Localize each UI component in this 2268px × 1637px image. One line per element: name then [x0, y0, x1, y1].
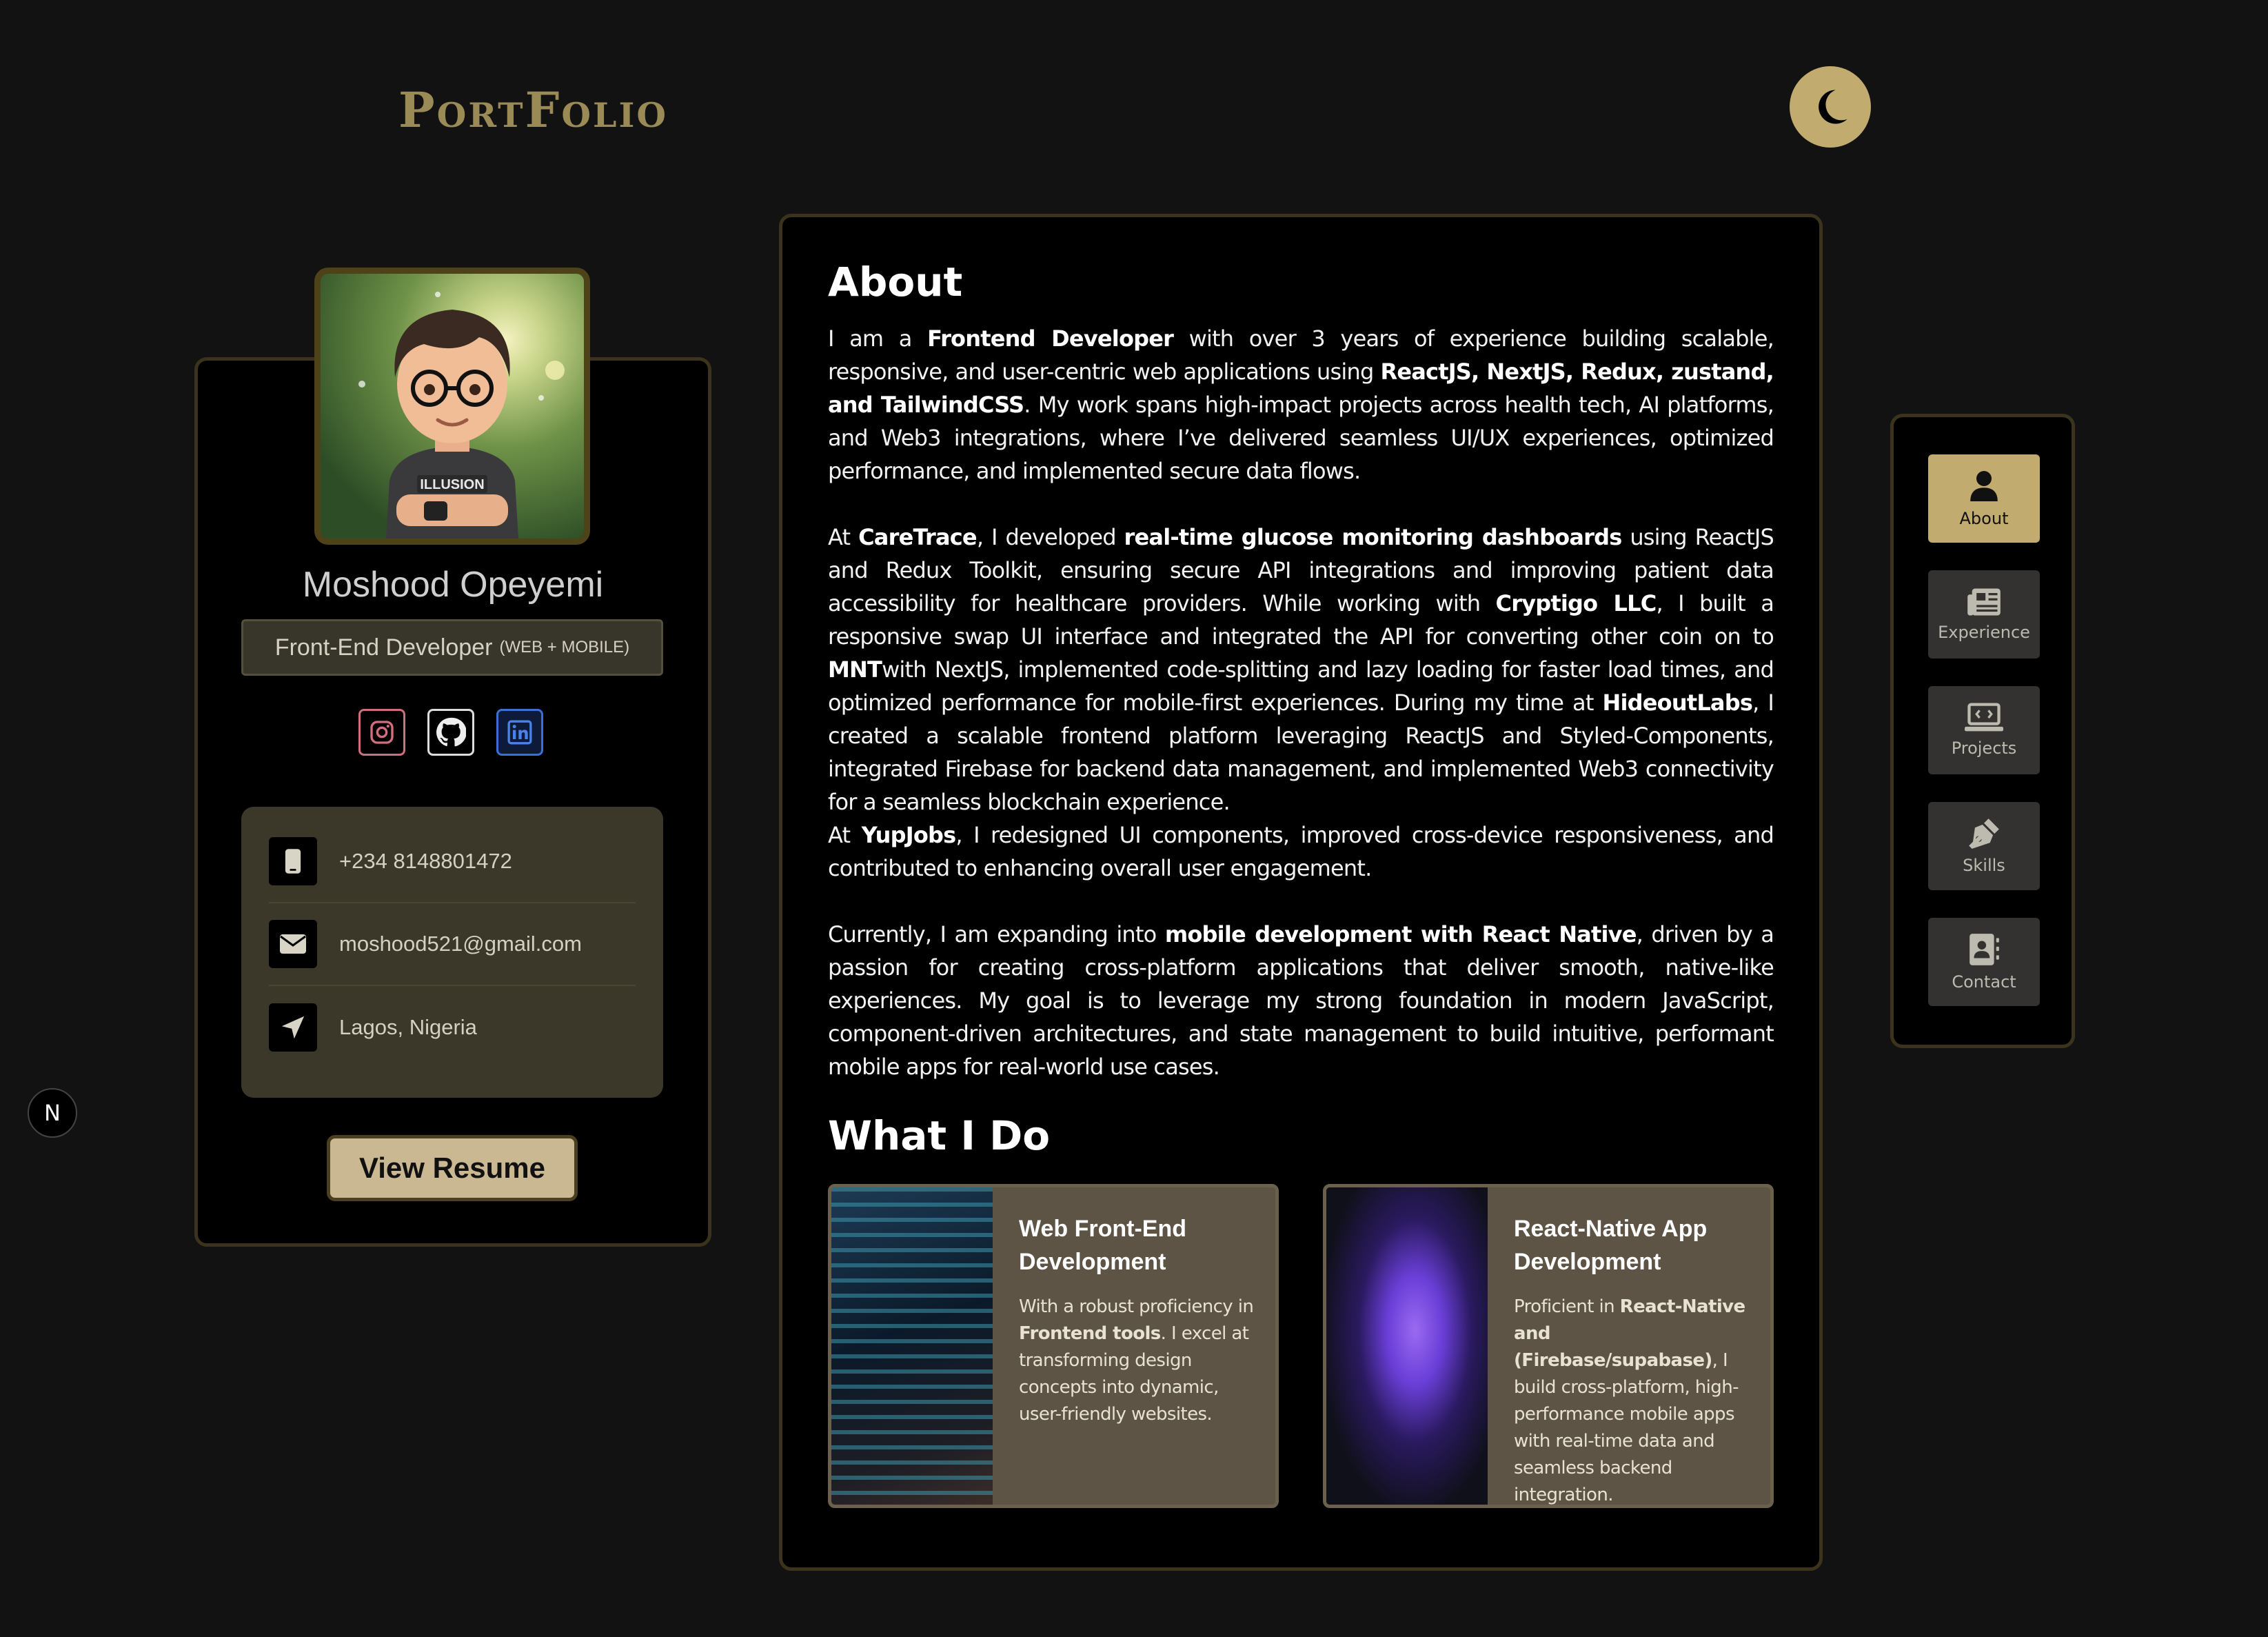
service-description: Proficient in React-Native and (Firebase… [1514, 1294, 1756, 1505]
nav-item-label: About [1959, 509, 2009, 528]
instagram-link[interactable] [358, 709, 405, 756]
avatar-illustration: ILLUSION [358, 292, 565, 539]
about-paragraph-3: At YupJobs, I redesigned UI components, … [828, 818, 1774, 885]
service-card: React-Native App Development Proficient … [1323, 1184, 1774, 1508]
nav-item-experience[interactable]: Experience [1928, 570, 2040, 659]
text-span: MNT [828, 656, 882, 683]
github-icon [436, 717, 466, 747]
role-subtitle: (WEB + MOBILE) [499, 638, 630, 656]
side-navigation: About Experience Projects Skills Contact [1890, 414, 2075, 1048]
services-list: Web Front-End Development With a robust … [828, 1184, 1774, 1508]
phone-icon [269, 837, 317, 885]
mobile-app-image [1326, 1187, 1488, 1505]
role-badge: Front-End Developer (WEB + MOBILE) [241, 619, 663, 676]
github-link[interactable] [427, 709, 474, 756]
text-span: YupJobs [861, 822, 957, 848]
view-resume-button[interactable]: View Resume [327, 1135, 578, 1201]
location-arrow-icon [269, 1003, 317, 1052]
text-span: CareTrace [858, 524, 978, 550]
moon-icon [1819, 90, 1847, 124]
text-span: Frontend Developer [927, 325, 1174, 352]
linkedin-icon [507, 720, 532, 745]
text-span: Proficient in [1514, 1296, 1620, 1317]
text-span: HideoutLabs [1602, 690, 1753, 716]
about-paragraph-1: I am a Frontend Developer with over 3 ye… [828, 322, 1774, 488]
text-span: Cryptigo LLC [1495, 590, 1657, 616]
text-span: At [828, 822, 862, 848]
pen-nib-icon [1969, 818, 1999, 849]
service-card: Web Front-End Development With a robust … [828, 1184, 1279, 1508]
contact-location-row: Lagos, Nigeria [269, 986, 636, 1069]
nav-item-projects[interactable]: Projects [1928, 686, 2040, 774]
linkedin-link[interactable] [496, 709, 543, 756]
envelope-icon [269, 920, 317, 968]
nextjs-badge[interactable]: N [28, 1088, 77, 1138]
social-links [358, 709, 543, 756]
text-span: I am a [828, 325, 928, 352]
about-title: About [828, 259, 963, 305]
text-span: , I developed [976, 524, 1124, 550]
theme-toggle-button[interactable] [1790, 66, 1871, 148]
address-book-icon [1970, 934, 1999, 965]
service-title: Web Front-End Development [1019, 1216, 1186, 1275]
service-description: With a robust proficiency in Frontend to… [1019, 1294, 1262, 1428]
text-span: Currently, I am expanding into [828, 921, 1165, 947]
text-span: Frontend tools [1019, 1323, 1161, 1344]
web-dev-image [831, 1187, 993, 1505]
text-span: , I redesigned UI components, improved c… [828, 822, 1774, 881]
site-logo[interactable]: PortFolio [398, 81, 668, 139]
contact-email[interactable]: moshood521@gmail.com [339, 932, 582, 956]
newspaper-icon [1967, 588, 2001, 616]
contact-phone[interactable]: +234 8148801472 [339, 849, 512, 874]
text-span: At [828, 524, 859, 550]
main-content: About I am a Frontend Developer with ove… [779, 214, 1823, 1571]
contact-phone-row: +234 8148801472 [269, 821, 636, 903]
profile-name: Moshood Opeyemi [302, 565, 604, 605]
service-title: React-Native App Development [1514, 1216, 1708, 1275]
text-span: , I build cross-platform, high-performan… [1514, 1350, 1739, 1505]
svg-text:ILLUSION: ILLUSION [420, 477, 484, 492]
nav-item-label: Projects [1951, 739, 2017, 758]
nav-item-label: Experience [1938, 623, 2030, 642]
nav-item-contact[interactable]: Contact [1928, 918, 2040, 1006]
about-paragraph-2: At CareTrace, I developed real-time gluc… [828, 521, 1774, 818]
about-text: I am a Frontend Developer with over 3 ye… [828, 322, 1774, 1083]
text-span: mobile development with React Native [1164, 921, 1637, 947]
text-span: With a robust proficiency in [1019, 1296, 1254, 1317]
text-span: real-time glucose monitoring dashboards [1124, 524, 1623, 550]
nav-item-skills[interactable]: Skills [1928, 802, 2040, 890]
nav-item-label: Contact [1952, 972, 2016, 992]
contact-location: Lagos, Nigeria [339, 1015, 477, 1039]
what-i-do-title: What I Do [828, 1112, 1051, 1159]
instagram-icon [370, 721, 394, 744]
nav-item-about[interactable]: About [1928, 454, 2040, 543]
profile-avatar: ILLUSION [314, 268, 590, 545]
contact-info-box: +234 8148801472 moshood521@gmail.com Lag… [241, 807, 663, 1098]
laptop-code-icon [1965, 703, 2003, 732]
user-icon [1970, 471, 1998, 501]
about-paragraph-4: Currently, I am expanding into mobile de… [828, 918, 1774, 1083]
nav-item-label: Skills [1963, 856, 2005, 875]
role-title: Front-End Developer [274, 634, 493, 661]
contact-email-row: moshood521@gmail.com [269, 903, 636, 986]
